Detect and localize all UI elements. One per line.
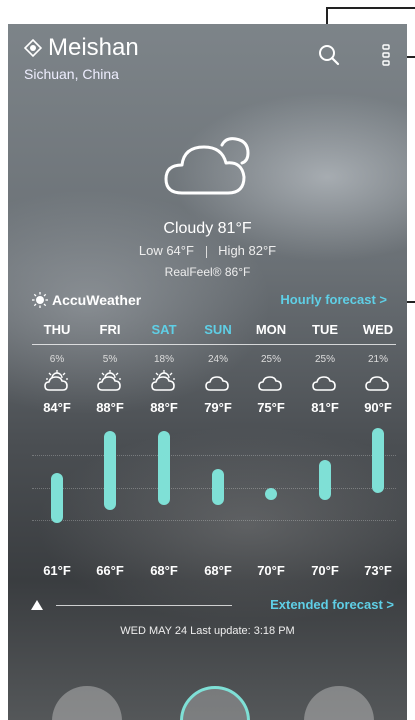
forecast-low-temp: 68°F — [150, 563, 178, 578]
forecast-low-temp: 73°F — [364, 563, 392, 578]
temperature-range-bar — [212, 468, 224, 505]
callout-line-search — [327, 7, 415, 9]
extended-forecast-row: Extended forecast > — [30, 596, 394, 616]
temperature-range-bar — [158, 431, 170, 505]
weather-screen: Meishan Sichuan, China Cloudy 81°F Low 6… — [8, 24, 407, 720]
forecast-low-temp: 70°F — [311, 563, 339, 578]
temperature-range-bar — [265, 487, 277, 500]
forecast-low-temp: 70°F — [257, 563, 285, 578]
extended-forecast-link[interactable]: Extended forecast > — [270, 597, 394, 612]
forecast-low-temp: 66°F — [96, 563, 124, 578]
temperature-range-bar — [104, 431, 116, 510]
temperature-range-bar — [372, 427, 384, 493]
temperature-range-bar — [51, 472, 63, 523]
forecast-low-temp: 61°F — [43, 563, 71, 578]
last-update-text: WED MAY 24 Last update: 3:18 PM — [120, 625, 295, 637]
expand-up-icon[interactable] — [30, 599, 44, 611]
extended-forecast-line — [56, 605, 232, 606]
temperature-range-bar — [319, 460, 331, 500]
forecast-low-temp: 68°F — [204, 563, 232, 578]
